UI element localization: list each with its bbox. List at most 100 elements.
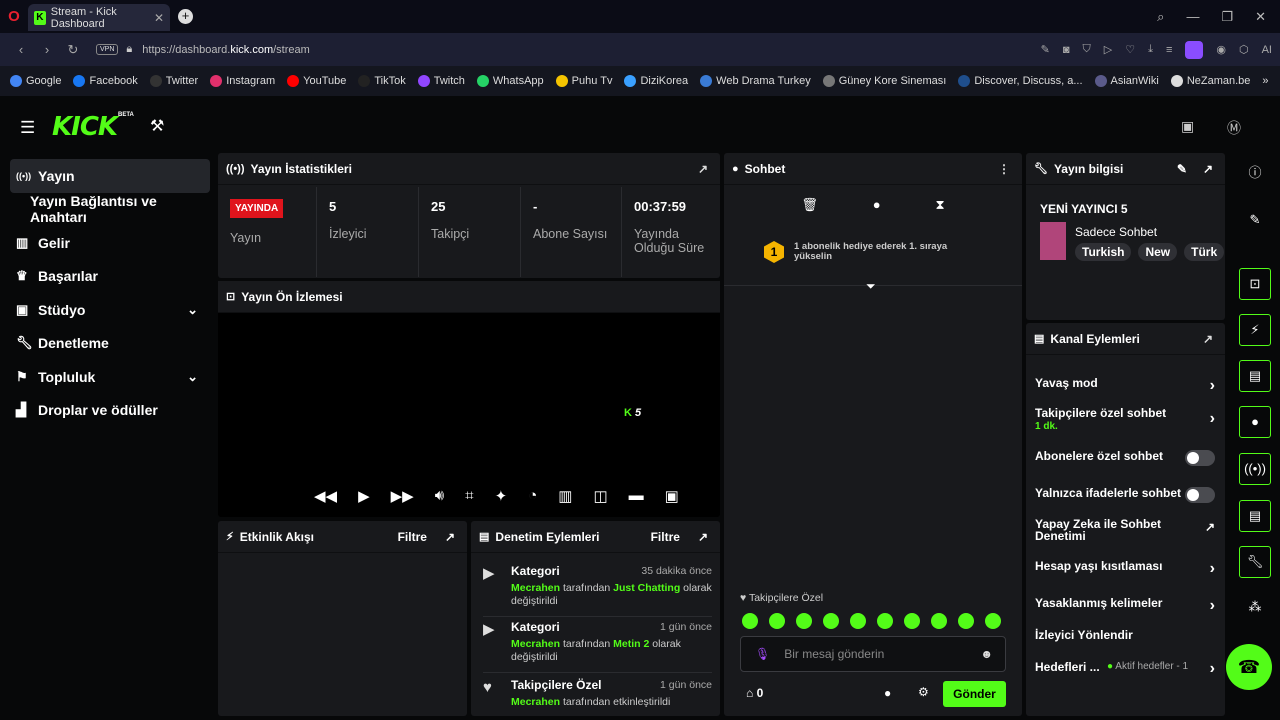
bookmark-item[interactable]: Twitter: [149, 75, 198, 87]
collapse-icon[interactable]: ⏷: [866, 279, 876, 294]
channel-action[interactable]: Yavaş mod ›: [1035, 377, 1217, 394]
sidebar-item[interactable]: ♛ Başarılar: [10, 260, 210, 294]
document-icon[interactable]: ▤: [1239, 360, 1271, 392]
play-icon[interactable]: ▶: [358, 487, 370, 505]
sidebar-item[interactable]: ▟ Droplar ve ödüller: [10, 394, 210, 428]
new-tab-icon[interactable]: +: [178, 9, 193, 24]
popout-icon[interactable]: ↗: [1203, 332, 1213, 346]
preview-toggle-icon[interactable]: ⊡: [1239, 268, 1271, 300]
more-options-icon[interactable]: ⋮: [998, 162, 1010, 176]
menu-icon[interactable]: ≡: [1166, 44, 1172, 56]
rewind-icon[interactable]: ◀◀: [314, 487, 337, 505]
bookmark-item[interactable]: Facebook: [73, 75, 138, 87]
lock-icon[interactable]: 🔒︎: [126, 43, 132, 56]
bookmark-item[interactable]: Web Drama Turkey: [700, 75, 811, 87]
chevron-down-icon[interactable]: ⌄: [187, 302, 198, 318]
reload-icon[interactable]: ↻: [60, 42, 86, 58]
chevron-right-icon[interactable]: ›: [1210, 660, 1215, 678]
channel-action[interactable]: Yalnızca ifadelerle sohbet: [1035, 487, 1217, 503]
theater-icon[interactable]: ▬: [629, 487, 644, 505]
speed-icon[interactable]: ◔: [528, 487, 537, 505]
trash-icon[interactable]: 🗑︎: [801, 197, 818, 213]
cube-icon[interactable]: ⬡: [1239, 43, 1249, 56]
fast-forward-icon[interactable]: ▶▶: [391, 487, 414, 505]
chevron-right-icon[interactable]: ›: [1210, 377, 1215, 395]
toggle-switch[interactable]: [1185, 450, 1215, 466]
wrench-icon[interactable]: 🔧︎: [1239, 546, 1271, 578]
info-icon[interactable]: ⓘ: [1239, 158, 1271, 190]
more-bookmarks-icon[interactable]: »: [1262, 75, 1268, 87]
chat-input[interactable]: 🎙︎ Bir mesaj gönderin ☻: [740, 636, 1006, 672]
shield-icon[interactable]: ⛉: [1082, 43, 1090, 56]
bookmark-item[interactable]: YouTube: [287, 75, 346, 87]
category-name[interactable]: Sadece Sohbet: [1075, 225, 1157, 239]
crop-icon[interactable]: ⌗: [465, 487, 473, 505]
bookmark-item[interactable]: WhatsApp: [476, 75, 544, 87]
popout-icon[interactable]: ↗: [445, 530, 455, 544]
support-icon[interactable]: ☎: [1226, 644, 1272, 690]
close-tab-icon[interactable]: ✕: [154, 11, 164, 25]
sparkle-icon[interactable]: ✦: [495, 487, 508, 505]
bookmark-item[interactable]: Discover, Discuss, a...: [958, 75, 1083, 87]
popout-icon[interactable]: ↗: [1203, 162, 1213, 176]
channel-action[interactable]: İzleyici Yönlendir: [1035, 629, 1217, 641]
toggle-switch[interactable]: [1185, 487, 1215, 503]
sidebar-item[interactable]: ⚑ Topluluk ⌄: [10, 360, 210, 394]
camera-icon[interactable]: ◙: [1063, 44, 1070, 56]
heart-icon[interactable]: ♡: [1125, 43, 1135, 56]
popout-icon[interactable]: ↗: [698, 162, 708, 176]
avatar[interactable]: Ⓜ: [1227, 118, 1241, 138]
chevron-right-icon[interactable]: ›: [1210, 410, 1215, 428]
profile-icon[interactable]: [1185, 40, 1204, 59]
channel-action[interactable]: Hedefleri ... ● Aktif hedefler - 1 ›: [1035, 660, 1217, 677]
close-window-icon[interactable]: ✕: [1255, 9, 1266, 25]
back-icon[interactable]: ‹: [8, 42, 34, 57]
send-button[interactable]: Gönder: [943, 681, 1006, 707]
vpn-badge[interactable]: VPN: [96, 44, 119, 55]
gift-count[interactable]: ⌂ 0: [746, 686, 763, 700]
opera-logo-icon[interactable]: O: [0, 8, 28, 25]
sidebar-item[interactable]: Yayın Bağlantısı ve Anahtarı: [10, 193, 210, 227]
channel-action[interactable]: Takipçilere özel sohbet 1 dk. ›: [1035, 407, 1217, 432]
bookmark-item[interactable]: TikTok: [358, 75, 406, 87]
bookmark-item[interactable]: Instagram: [210, 75, 275, 87]
ai-button[interactable]: AI: [1262, 44, 1272, 56]
url-field[interactable]: https://dashboard.kick.com/stream: [142, 44, 310, 56]
forward-icon[interactable]: ›: [34, 42, 60, 57]
filter-button[interactable]: Filtre: [398, 530, 427, 544]
play-icon[interactable]: ▷: [1104, 43, 1112, 56]
tag[interactable]: Turkish: [1075, 243, 1132, 261]
broadcast-icon[interactable]: ((•)): [1239, 453, 1271, 485]
browser-tab[interactable]: K Stream - Kick Dashboard ✕: [28, 4, 170, 31]
fullscreen-icon[interactable]: ▣: [665, 487, 679, 505]
minimize-icon[interactable]: —: [1186, 9, 1199, 25]
tag[interactable]: New: [1138, 243, 1178, 261]
microphone-icon[interactable]: 🎙︎: [755, 647, 770, 661]
bookmark-item[interactable]: DiziKorea: [624, 75, 688, 87]
extension-icon[interactable]: ◉: [1216, 43, 1226, 56]
chevron-right-icon[interactable]: ›: [1210, 560, 1215, 578]
hammer-icon[interactable]: ⚒: [150, 116, 164, 136]
channel-action[interactable]: Yapay Zeka ile Sohbet Denetimi ↗: [1035, 518, 1217, 542]
filter-button[interactable]: Filtre: [651, 530, 680, 544]
external-link-icon[interactable]: ↗: [1205, 520, 1215, 534]
chat-settings-bubble-icon[interactable]: ●: [884, 686, 891, 700]
download-icon[interactable]: ⤓: [1148, 43, 1153, 56]
bookmark-item[interactable]: Google: [10, 75, 61, 87]
tag[interactable]: Türk: [1184, 243, 1225, 261]
bookmark-item[interactable]: Puhu Tv: [555, 75, 612, 87]
edit-icon[interactable]: ✎: [1041, 43, 1050, 56]
creator-view-icon[interactable]: ▣: [1181, 118, 1194, 135]
chevron-right-icon[interactable]: ›: [1210, 597, 1215, 615]
apps-icon[interactable]: ⁂: [1239, 592, 1271, 624]
sidebar-item[interactable]: ((•)) Yayın: [10, 159, 210, 193]
emote-row[interactable]: [742, 613, 1001, 629]
chevron-down-icon[interactable]: ⌄: [187, 369, 198, 385]
channel-action[interactable]: Yasaklanmış kelimeler ›: [1035, 597, 1217, 614]
hourglass-icon[interactable]: ⧗: [935, 197, 944, 213]
chat-icon[interactable]: ●: [1239, 406, 1271, 438]
pip-icon[interactable]: ◫: [593, 487, 607, 505]
maximize-icon[interactable]: ❐: [1221, 9, 1233, 25]
speech-bubble-icon[interactable]: ●: [873, 197, 881, 213]
sidebar-item[interactable]: ▥ Gelir: [10, 226, 210, 260]
